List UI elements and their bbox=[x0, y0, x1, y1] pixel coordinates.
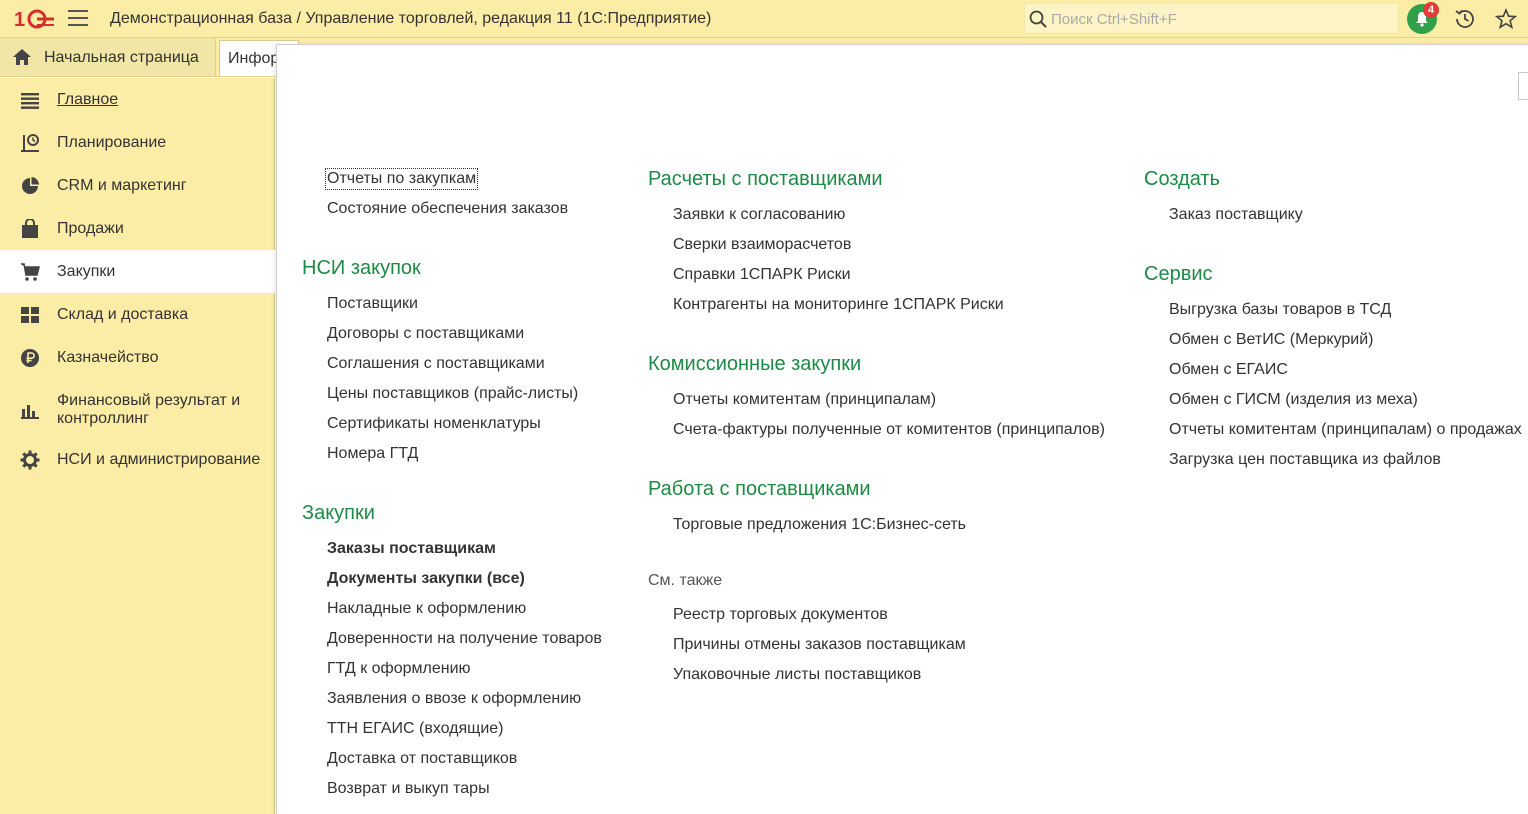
section-title-settlements: Расчеты с поставщиками bbox=[648, 168, 883, 190]
search-box[interactable] bbox=[1024, 3, 1399, 34]
section-title-create: Создать bbox=[1144, 168, 1221, 190]
star-icon[interactable] bbox=[1495, 8, 1517, 30]
link-trade-offers[interactable]: Торговые предложения 1С:Бизнес-сеть bbox=[673, 516, 966, 534]
link-trade-docs-register[interactable]: Реестр торговых документов bbox=[673, 606, 888, 624]
link-cancel-reasons[interactable]: Причины отмены заказов поставщикам bbox=[673, 636, 966, 654]
link-supplier-orders[interactable]: Заказы поставщикам bbox=[327, 540, 496, 558]
sidebar-item-warehouse[interactable]: Склад и доставка bbox=[0, 293, 275, 336]
cart-icon bbox=[21, 263, 40, 281]
sidebar-item-purchases[interactable]: Закупки bbox=[0, 250, 275, 293]
link-principal-invoices[interactable]: Счета-фактуры полученные от комитентов (… bbox=[673, 421, 1105, 439]
sidebar-item-label: Закупки bbox=[57, 263, 116, 280]
link-principal-sales-reports[interactable]: Отчеты комитентам (принципалам) о продаж… bbox=[1169, 421, 1522, 439]
link-container-return[interactable]: Возврат и выкуп тары bbox=[327, 780, 490, 798]
sidebar-item-crm[interactable]: CRM и маркетинг bbox=[0, 164, 275, 207]
link-spark-reports[interactable]: Справки 1СПАРК Риски bbox=[673, 266, 851, 284]
link-import-statements[interactable]: Заявления о ввозе к оформлению bbox=[327, 690, 581, 708]
bar-chart-icon bbox=[21, 405, 39, 419]
sidebar-item-label: Главное bbox=[57, 91, 119, 108]
tab-home[interactable]: Начальная страница bbox=[0, 38, 216, 76]
link-gtd-numbers[interactable]: Номера ГТД bbox=[327, 445, 418, 463]
link-supplier-delivery[interactable]: Доставка от поставщиков bbox=[327, 750, 517, 768]
shopping-bag-icon bbox=[22, 219, 38, 238]
search-icon bbox=[1029, 10, 1047, 28]
link-item-certificates[interactable]: Сертификаты номенклатуры bbox=[327, 415, 541, 433]
link-powers-of-attorney[interactable]: Доверенности на получение товаров bbox=[327, 630, 602, 648]
grid-icon bbox=[21, 307, 39, 323]
sidebar-item-main[interactable]: Главное bbox=[0, 78, 275, 121]
link-purchase-documents[interactable]: Документы закупки (все) bbox=[327, 570, 525, 588]
section-title-nsi: НСИ закупок bbox=[302, 257, 421, 279]
tab-home-label: Начальная страница bbox=[44, 49, 199, 66]
1c-logo[interactable]: 1 bbox=[14, 8, 54, 30]
section-title-suppliers-work: Работа с поставщиками bbox=[648, 478, 871, 500]
link-order-supply-status[interactable]: Состояние обеспечения заказов bbox=[327, 200, 568, 218]
sidebar-item-label: Продажи bbox=[57, 220, 124, 237]
sidebar-item-label: Финансовый результат и контроллинг bbox=[57, 392, 241, 427]
sidebar-item-sales[interactable]: Продажи bbox=[0, 207, 275, 250]
link-purchase-reports[interactable]: Отчеты по закупкам bbox=[324, 168, 479, 190]
link-supplier-prices[interactable]: Цены поставщиков (прайс-листы) bbox=[327, 385, 578, 403]
link-vetis-exchange[interactable]: Обмен с ВетИС (Меркурий) bbox=[1169, 331, 1373, 349]
sidebar-item-label: CRM и маркетинг bbox=[57, 177, 187, 194]
sidebar-item-treasury[interactable]: Казначейство bbox=[0, 336, 275, 379]
history-icon[interactable] bbox=[1454, 8, 1476, 30]
sidebar-item-label: Казначейство bbox=[57, 349, 159, 366]
link-spark-monitoring[interactable]: Контрагенты на мониторинге 1СПАРК Риски bbox=[673, 296, 1004, 314]
section-title-purchases: Закупки bbox=[302, 502, 375, 524]
sidebar-item-label: Склад и доставка bbox=[57, 306, 189, 323]
see-also-title: См. также bbox=[648, 572, 723, 589]
link-load-supplier-prices[interactable]: Загрузка цен поставщика из файлов bbox=[1169, 451, 1441, 469]
section-title-service: Сервис bbox=[1144, 263, 1213, 285]
sidebar-item-label: НСИ и администрирование bbox=[57, 451, 261, 468]
sidebar-item-planning[interactable]: Планирование bbox=[0, 121, 275, 164]
link-suppliers[interactable]: Поставщики bbox=[327, 295, 418, 313]
notification-badge: 4 bbox=[1423, 2, 1439, 18]
sidebar-item-finance[interactable]: Финансовый результат и контроллинг bbox=[0, 379, 275, 441]
link-approval-requests[interactable]: Заявки к согласованию bbox=[673, 206, 845, 224]
svg-text:1: 1 bbox=[14, 9, 25, 30]
link-packing-lists[interactable]: Упаковочные листы поставщиков bbox=[673, 666, 921, 684]
home-icon bbox=[13, 49, 31, 65]
ruble-icon bbox=[21, 349, 39, 367]
link-gism-exchange[interactable]: Обмен с ГИСМ (изделия из меха) bbox=[1169, 391, 1418, 409]
pie-chart-icon bbox=[22, 177, 39, 194]
top-bar: 1 Демонстрационная база / Управление тор… bbox=[0, 0, 1528, 38]
search-input[interactable] bbox=[1051, 8, 1391, 30]
sidebar: Главное Планирование CRM и маркетинг Про… bbox=[0, 78, 275, 814]
menu-lines-icon bbox=[21, 93, 39, 109]
panel-collapse-handle[interactable] bbox=[1518, 72, 1528, 100]
link-invoices-to-process[interactable]: Накладные к оформлению bbox=[327, 600, 526, 618]
link-tsd-export[interactable]: Выгрузка базы товаров в ТСД bbox=[1169, 301, 1391, 319]
hamburger-icon[interactable] bbox=[68, 10, 88, 28]
link-principal-reports[interactable]: Отчеты комитентам (принципалам) bbox=[673, 391, 936, 409]
section-title-commission: Комиссионные закупки bbox=[648, 353, 862, 375]
sidebar-item-admin[interactable]: НСИ и администрирование bbox=[0, 438, 275, 481]
link-gtd-to-process[interactable]: ГТД к оформлению bbox=[327, 660, 471, 678]
link-supplier-agreements[interactable]: Соглашения с поставщиками bbox=[327, 355, 545, 373]
gear-icon bbox=[20, 450, 40, 470]
link-egais-exchange[interactable]: Обмен с ЕГАИС bbox=[1169, 361, 1288, 379]
link-create-supplier-order[interactable]: Заказ поставщику bbox=[1169, 206, 1303, 224]
app-title: Демонстрационная база / Управление торго… bbox=[110, 10, 712, 27]
link-egais-ttn[interactable]: ТТН ЕГАИС (входящие) bbox=[327, 720, 504, 738]
sidebar-item-label: Планирование bbox=[57, 134, 167, 151]
planning-icon bbox=[21, 134, 39, 152]
link-supplier-contracts[interactable]: Договоры с поставщиками bbox=[327, 325, 524, 343]
link-reconciliations[interactable]: Сверки взаиморасчетов bbox=[673, 236, 851, 254]
